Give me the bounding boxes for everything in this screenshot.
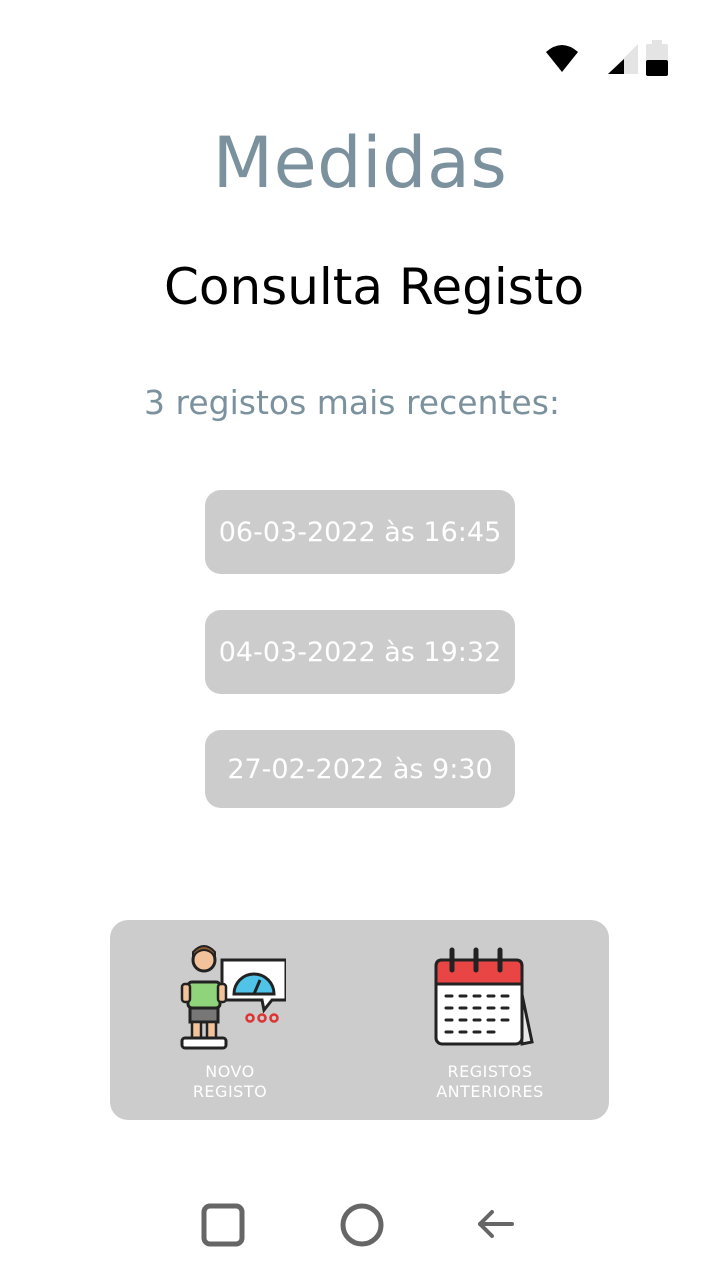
recents-button[interactable] [194,1200,254,1260]
recent-records-label: 3 registos mais recentes: [144,383,561,422]
record-button-2[interactable]: 04-03-2022 às 19:32 [205,610,515,694]
home-button[interactable] [334,1200,394,1260]
cellular-signal-icon [608,44,638,74]
new-record-label-line1: NOVO [205,1062,255,1081]
record-button-1[interactable]: 06-03-2022 às 16:45 [205,490,515,574]
system-navigation-bar [0,1180,720,1270]
previous-records-label-line1: REGISTOS [447,1062,533,1081]
back-arrow-icon [478,1210,514,1238]
home-circle-icon [340,1203,384,1247]
calendar-icon [434,947,534,1046]
bottom-action-panel: NOVO REGISTO REGISTOS ANTERIORES [110,920,609,1120]
status-bar [500,40,670,80]
previous-records-label-line2: ANTERIORES [436,1082,544,1101]
person-on-scale-icon [180,945,286,1050]
previous-records-button[interactable]: REGISTOS ANTERIORES [390,920,590,1120]
app-title: Medidas [212,122,508,204]
new-record-label-line2: REGISTO [192,1082,268,1101]
previous-records-label: REGISTOS ANTERIORES [390,1062,590,1102]
wifi-icon [546,45,578,72]
battery-icon [646,40,668,76]
new-record-label: NOVO REGISTO [140,1062,320,1102]
record-button-3[interactable]: 27-02-2022 às 9:30 [205,730,515,808]
recents-square-icon [201,1203,245,1247]
back-button[interactable] [472,1200,532,1260]
new-record-button[interactable]: NOVO REGISTO [140,920,320,1120]
page-title: Consulta Registo [163,258,585,316]
